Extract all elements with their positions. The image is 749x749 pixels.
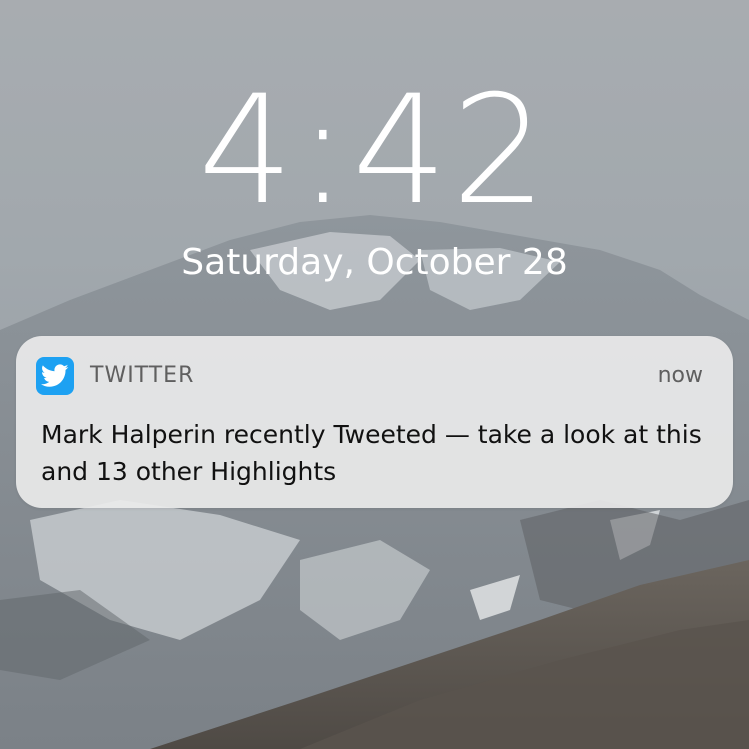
notification-header: TWITTER now bbox=[16, 336, 733, 416]
twitter-app-icon bbox=[36, 357, 74, 395]
notification-time: now bbox=[657, 363, 703, 388]
lockscreen-date: Saturday, October 28 bbox=[181, 242, 568, 283]
lockscreen-time: 4:42 bbox=[198, 64, 551, 238]
twitter-notification[interactable]: TWITTER now Mark Halperin recently Tweet… bbox=[16, 336, 733, 508]
twitter-bird-icon bbox=[41, 364, 69, 387]
notification-app-name: TWITTER bbox=[90, 363, 195, 388]
notification-message: Mark Halperin recently Tweeted — take a … bbox=[41, 420, 702, 486]
